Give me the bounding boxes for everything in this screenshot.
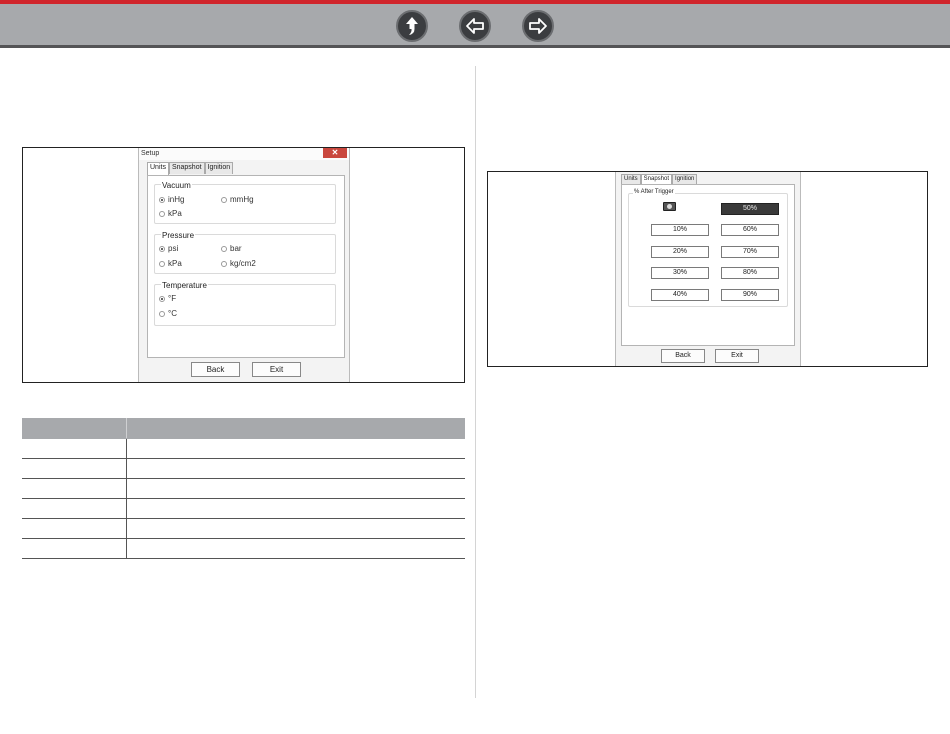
home-button[interactable] xyxy=(396,10,428,42)
parameter-table xyxy=(22,418,465,559)
table-cell xyxy=(22,478,127,499)
radio-psi[interactable]: psi xyxy=(159,244,178,253)
dialog-title: Setup xyxy=(139,148,349,160)
radio-mmhg[interactable]: mmHg xyxy=(221,195,254,204)
navigation-bar xyxy=(0,4,950,45)
exit-button[interactable]: Exit xyxy=(252,362,301,377)
forward-button[interactable] xyxy=(522,10,554,42)
radio-label: mmHg xyxy=(230,195,254,204)
camera-icon xyxy=(663,202,676,211)
table-cell xyxy=(126,458,465,479)
trigger-option-40[interactable]: 40% xyxy=(651,289,709,301)
close-button[interactable]: ✕ xyxy=(323,148,347,158)
up-arrow-icon xyxy=(406,17,418,35)
after-trigger-group: % After Trigger 50% 10% 60% 20% 70% 30% … xyxy=(628,189,788,307)
vacuum-group: Vacuum inHg mmHg kPa xyxy=(154,181,336,224)
table-cell xyxy=(126,438,465,459)
snapshot-panel: % After Trigger 50% 10% 60% 20% 70% 30% … xyxy=(621,184,795,346)
radio-label: °F xyxy=(168,294,177,303)
pressure-group: Pressure psi bar kPa kg/cm2 xyxy=(154,231,336,274)
radio-label: kg/cm2 xyxy=(230,259,256,268)
back-button[interactable]: Back xyxy=(661,349,705,363)
trigger-option-90[interactable]: 90% xyxy=(721,289,779,301)
trigger-option-30[interactable]: 30% xyxy=(651,267,709,279)
back-button[interactable]: Back xyxy=(191,362,240,377)
pressure-label: Pressure xyxy=(161,231,196,240)
radio-celsius[interactable]: °C xyxy=(159,309,177,318)
table-row xyxy=(22,498,465,519)
camera-lens xyxy=(667,204,672,209)
trigger-option-20[interactable]: 20% xyxy=(651,246,709,258)
table-row xyxy=(22,518,465,539)
radio-kpa-pressure[interactable]: kPa xyxy=(159,259,182,268)
radio-bar[interactable]: bar xyxy=(221,244,242,253)
right-arrow-icon xyxy=(529,18,547,34)
table-cell xyxy=(22,458,127,479)
radio-dot xyxy=(159,196,165,203)
radio-dot xyxy=(159,310,165,317)
temperature-label: Temperature xyxy=(161,281,208,290)
temperature-group: Temperature °F °C xyxy=(154,281,336,326)
tab-units[interactable]: Units xyxy=(147,162,169,175)
snapshot-dialog: Units Snapshot Ignition % After Trigger … xyxy=(615,172,801,366)
radio-dot xyxy=(159,245,165,252)
units-panel: Vacuum inHg mmHg kPa Pressure psi bar kP… xyxy=(147,175,345,358)
back-button[interactable] xyxy=(459,10,491,42)
table-cell xyxy=(126,538,465,559)
table-row xyxy=(22,438,465,459)
trigger-option-60[interactable]: 60% xyxy=(721,224,779,236)
after-trigger-label: % After Trigger xyxy=(633,189,675,195)
navigation-bar-shadow xyxy=(0,45,950,48)
trigger-option-50[interactable]: 50% xyxy=(721,203,779,215)
table-cell xyxy=(126,478,465,499)
radio-label: kPa xyxy=(168,209,182,218)
radio-dot xyxy=(221,245,227,252)
table-row xyxy=(22,538,465,559)
left-arrow-icon xyxy=(466,18,484,34)
column-divider xyxy=(475,66,476,698)
radio-dot xyxy=(221,196,227,203)
tab-bar: Units Snapshot Ignition xyxy=(147,162,234,175)
tab-snapshot[interactable]: Snapshot xyxy=(168,162,205,174)
radio-dot xyxy=(221,260,227,267)
table-cell xyxy=(22,438,127,459)
radio-inhg[interactable]: inHg xyxy=(159,195,184,204)
radio-label: bar xyxy=(230,244,242,253)
radio-label: inHg xyxy=(168,195,185,204)
vacuum-label: Vacuum xyxy=(161,181,192,190)
radio-dot xyxy=(159,210,165,217)
table-cell xyxy=(22,518,127,539)
units-screenshot-frame: Setup ✕ Units Snapshot Ignition Vacuum i… xyxy=(22,147,465,383)
snapshot-screenshot-frame: Units Snapshot Ignition % After Trigger … xyxy=(487,171,928,367)
trigger-option-80[interactable]: 80% xyxy=(721,267,779,279)
table-cell xyxy=(126,498,465,519)
table-cell xyxy=(22,498,127,519)
tab-units[interactable]: Units xyxy=(621,174,641,184)
radio-kpa-vacuum[interactable]: kPa xyxy=(159,209,182,218)
table-header-cell xyxy=(22,418,127,439)
table-row xyxy=(22,478,465,499)
setup-dialog: Setup ✕ Units Snapshot Ignition Vacuum i… xyxy=(138,148,350,382)
table-cell xyxy=(126,518,465,539)
table-header-row xyxy=(22,418,465,439)
table-header-cell xyxy=(126,418,465,439)
radio-dot xyxy=(159,260,165,267)
exit-button[interactable]: Exit xyxy=(715,349,759,363)
radio-kgcm2[interactable]: kg/cm2 xyxy=(221,259,256,268)
radio-dot xyxy=(159,295,165,302)
table-row xyxy=(22,458,465,479)
table-cell xyxy=(22,538,127,559)
trigger-option-10[interactable]: 10% xyxy=(651,224,709,236)
trigger-option-70[interactable]: 70% xyxy=(721,246,779,258)
tab-ignition[interactable]: Ignition xyxy=(204,162,234,174)
radio-label: psi xyxy=(168,244,179,253)
manual-page: Setup ✕ Units Snapshot Ignition Vacuum i… xyxy=(0,0,950,734)
radio-label: kPa xyxy=(168,259,182,268)
radio-fahrenheit[interactable]: °F xyxy=(159,294,176,303)
radio-label: °C xyxy=(168,309,177,318)
tab-ignition[interactable]: Ignition xyxy=(672,174,698,184)
